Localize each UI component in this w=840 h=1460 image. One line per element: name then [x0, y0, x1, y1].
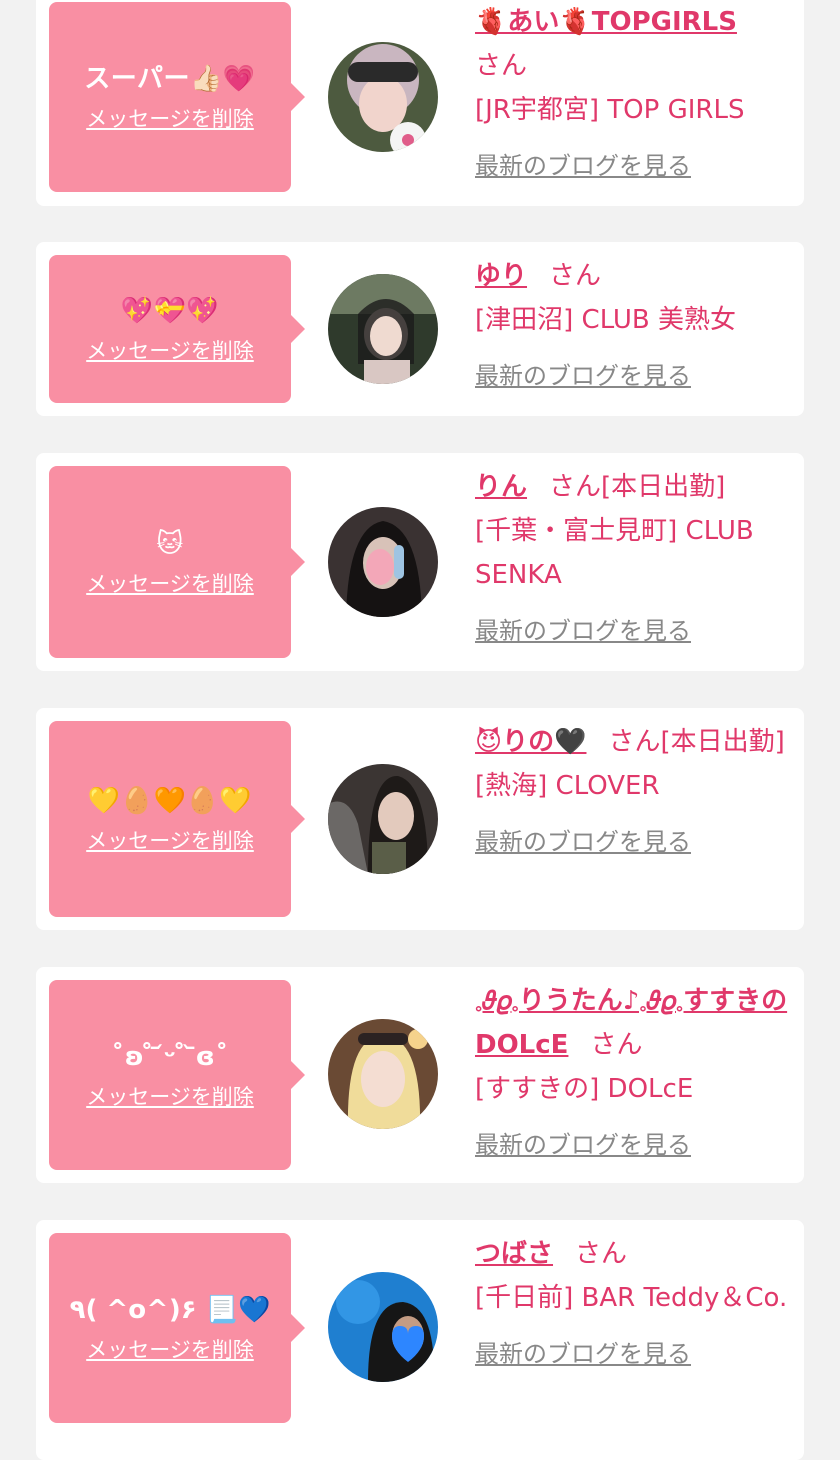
shop-name: [千日前] BAR Teddy＆Co.	[475, 1283, 788, 1313]
message-bubble: 💛🥚🧡🥚💛 メッセージを削除	[49, 721, 305, 917]
avatar[interactable]	[328, 1019, 438, 1129]
delete-message-link[interactable]: メッセージを削除	[86, 568, 254, 598]
shop-name: [津田沼] CLUB 美熟女	[475, 305, 737, 335]
shop-name: [すすきの] DOLcE	[475, 1074, 694, 1104]
shop-name: [熱海] CLOVER	[475, 771, 660, 801]
profile-info: つばさ さん [千日前] BAR Teddy＆Co. 最新のブログを見る	[475, 1232, 788, 1376]
profile-info: 𓈒𝜗𝜚𓈒りうたん♪𓈒𝜗𝜚𓈒すすきのDOLcE さん [すすきの] DOLcE 最新…	[475, 979, 788, 1167]
message-bubble: ٩( ^o^)۶ 📃💙 メッセージを削除	[49, 1233, 305, 1423]
profile-info: 😈りの🖤 さん[本日出勤] [熱海] CLOVER 最新のブログを見る	[475, 720, 788, 864]
profile-name-link[interactable]: ゆり	[475, 261, 527, 291]
message-text: スーパー👍🏻💗	[84, 64, 256, 94]
message-text: ٩( ^o^)۶ 📃💙	[69, 1295, 271, 1325]
avatar[interactable]	[328, 764, 438, 874]
profile-name-link[interactable]: 😈りの🖤	[475, 727, 586, 757]
avatar[interactable]	[328, 507, 438, 617]
avatar[interactable]	[328, 42, 438, 152]
delete-message-link[interactable]: メッセージを削除	[86, 335, 254, 365]
delete-message-link[interactable]: メッセージを削除	[86, 1081, 254, 1111]
message-bubble: 🐱 メッセージを削除	[49, 466, 305, 658]
profile-info: りん さん[本日出勤] [千葉・富士見町] CLUB SENKA 最新のブログを見…	[475, 465, 788, 653]
view-blog-link[interactable]: 最新のブログを見る	[475, 1332, 691, 1376]
message-card: 💛🥚🧡🥚💛 メッセージを削除 😈りの🖤 さん[本日出勤] [熱海] CLOVER …	[36, 708, 804, 930]
message-card: ٩( ^o^)۶ 📃💙 メッセージを削除 つばさ さん [千日前] BAR Ted…	[36, 1220, 804, 1460]
honorific: さん	[575, 1239, 628, 1269]
delete-message-link[interactable]: メッセージを削除	[86, 825, 254, 855]
honorific: さん	[549, 472, 602, 502]
honorific: さん	[590, 1030, 643, 1060]
honorific: さん	[549, 261, 602, 291]
profile-name-link[interactable]: りん	[475, 472, 527, 502]
profile-info: ゆり さん [津田沼] CLUB 美熟女 最新のブログを見る	[475, 254, 788, 398]
profile-name-link[interactable]: 🫀あい🫀TOPGIRLS	[475, 7, 737, 37]
profile-info: 🫀あい🫀TOPGIRLS さん [JR宇都宮] TOP GIRLS 最新のブログ…	[475, 0, 788, 188]
status-text: [本日出勤]	[601, 472, 726, 502]
avatar[interactable]	[328, 274, 438, 384]
message-card: 🐱 メッセージを削除 りん さん[本日出勤] [千葉・富士見町] CLUB SEN…	[36, 453, 804, 671]
profile-name-link[interactable]: つばさ	[475, 1239, 553, 1269]
message-bubble: スーパー👍🏻💗 メッセージを削除	[49, 2, 305, 192]
delete-message-link[interactable]: メッセージを削除	[86, 1334, 254, 1364]
delete-message-link[interactable]: メッセージを削除	[86, 103, 254, 133]
message-card: 💖💝💖 メッセージを削除 ゆり さん [津田沼] CLUB 美熟女 最新のブログを…	[36, 242, 804, 416]
view-blog-link[interactable]: 最新のブログを見る	[475, 144, 691, 188]
view-blog-link[interactable]: 最新のブログを見る	[475, 1123, 691, 1167]
status-text: [本日出勤]	[660, 727, 785, 757]
view-blog-link[interactable]: 最新のブログを見る	[475, 820, 691, 864]
view-blog-link[interactable]: 最新のブログを見る	[475, 609, 691, 653]
message-text: 🐱	[156, 529, 184, 559]
message-text: 💛🥚🧡🥚💛	[87, 786, 253, 816]
message-text: 💖💝💖	[120, 296, 220, 326]
message-card: ˚ʚ ̊ ᷄ᵕ ̊ ᷅ɞ˚ メッセージを削除 𓈒𝜗𝜚𓈒りうたん♪𓈒𝜗𝜚𓈒すすきの…	[36, 967, 804, 1183]
shop-name: [千葉・富士見町] CLUB SENKA	[475, 516, 754, 590]
message-text: ˚ʚ ̊ ᷄ᵕ ̊ ᷅ɞ˚	[111, 1042, 229, 1072]
view-blog-link[interactable]: 最新のブログを見る	[475, 354, 691, 398]
message-card: スーパー👍🏻💗 メッセージを削除 🫀あい🫀TOPGIRLS さん [JR宇都宮]…	[36, 0, 804, 206]
message-bubble: 💖💝💖 メッセージを削除	[49, 255, 305, 403]
honorific: さん	[475, 51, 528, 81]
message-bubble: ˚ʚ ̊ ᷄ᵕ ̊ ᷅ɞ˚ メッセージを削除	[49, 980, 305, 1170]
avatar[interactable]	[328, 1272, 438, 1382]
honorific: さん	[608, 727, 661, 757]
shop-name: [JR宇都宮] TOP GIRLS	[475, 95, 745, 125]
